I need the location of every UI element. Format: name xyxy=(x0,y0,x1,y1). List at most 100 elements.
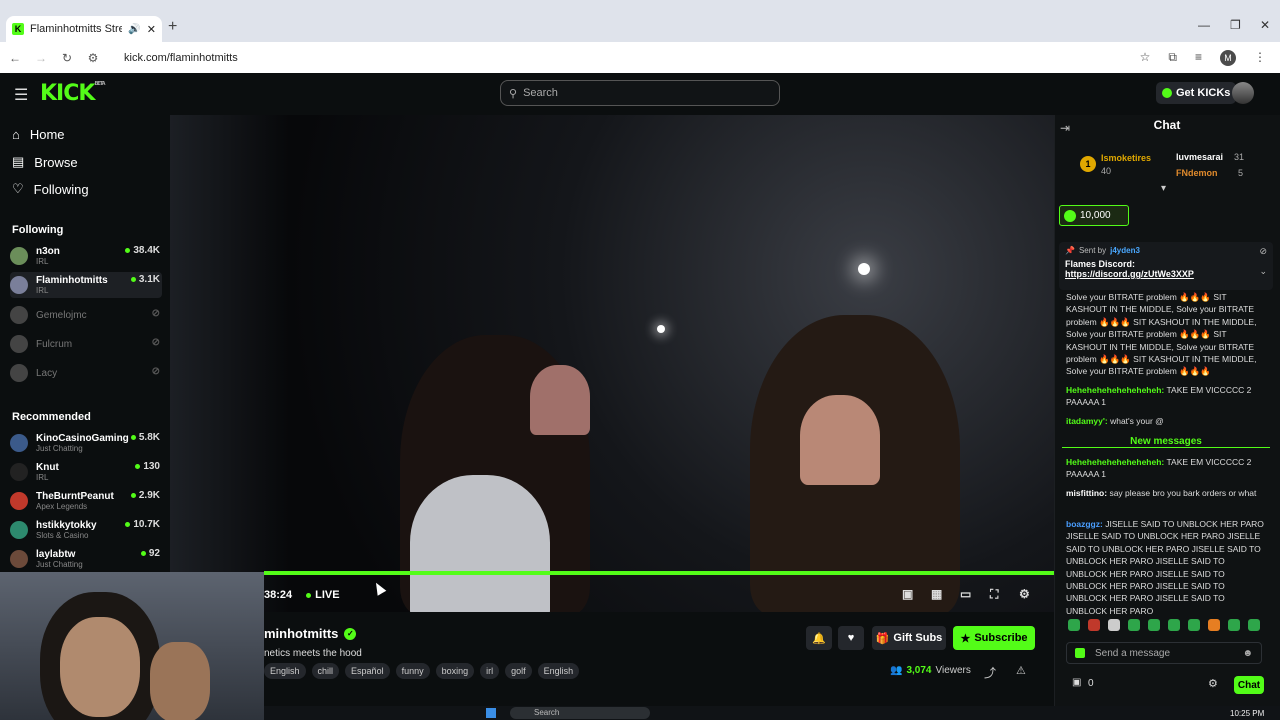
video-progress-bar[interactable] xyxy=(264,571,1054,575)
back-icon[interactable]: ← xyxy=(2,51,28,65)
chat-username[interactable]: misfittino: xyxy=(1066,488,1107,498)
os-taskbar: Search xyxy=(264,706,1280,720)
chat-username[interactable]: boazggz: xyxy=(1066,519,1103,529)
minimize-icon[interactable]: — xyxy=(1198,18,1210,32)
emote-icon[interactable] xyxy=(1228,619,1240,631)
emote-icon[interactable] xyxy=(1068,619,1080,631)
profile-avatar[interactable]: M xyxy=(1220,49,1236,66)
reload-icon[interactable]: ↻ xyxy=(54,51,80,65)
emote-icon[interactable] xyxy=(1208,619,1220,631)
nav-home[interactable]: ⌂ Home xyxy=(12,127,65,142)
sidebar-channel[interactable]: Gemelojmc ⊘ xyxy=(10,302,162,328)
new-tab-icon[interactable]: + xyxy=(168,18,177,36)
emote-icon[interactable] xyxy=(1128,619,1140,631)
bookmark-star-icon[interactable]: ☆ xyxy=(1140,50,1151,66)
forward-icon[interactable]: → xyxy=(28,51,54,65)
kicks-wallet-icon[interactable]: ▣ xyxy=(1072,677,1081,688)
sidebar-channel[interactable]: n3on IRL 38.4K xyxy=(10,243,162,269)
audio-icon[interactable]: 🔊 xyxy=(128,24,140,35)
close-window-icon[interactable]: ✕ xyxy=(1260,18,1270,32)
sidebar-channel[interactable]: KinoCasinoGaming Just Chatting 5.8K xyxy=(10,430,162,456)
emote-icon[interactable] xyxy=(1088,619,1100,631)
pinned-text: Flames Discord: xyxy=(1065,259,1136,269)
webcam-person-hand xyxy=(150,642,210,720)
chat-username[interactable]: itadamyy': xyxy=(1066,416,1108,426)
fullscreen-icon[interactable]: ⛶ xyxy=(990,587,998,602)
unpin-icon[interactable]: ⊘ xyxy=(1259,246,1267,257)
hamburger-menu-icon[interactable]: ☰ xyxy=(14,85,28,105)
leaderboard-user[interactable]: Ismoketires xyxy=(1101,153,1151,163)
clip-icon[interactable]: ▦ xyxy=(931,587,942,601)
chevron-down-icon[interactable]: ⌄ xyxy=(1259,266,1267,277)
rank-badge: 1 xyxy=(1080,156,1096,172)
emote-icon[interactable] xyxy=(1148,619,1160,631)
leaderboard-user[interactable]: FNdemon xyxy=(1176,168,1218,178)
emote-icon[interactable] xyxy=(1108,619,1120,631)
webcam-person-face xyxy=(60,617,140,717)
sidebar-channel[interactable]: hstikkytokky Slots & Casino 10.7K xyxy=(10,517,162,543)
tab-close-icon[interactable]: ✕ xyxy=(147,23,156,36)
video-player[interactable] xyxy=(170,115,1054,612)
webcam-overlay xyxy=(0,572,264,720)
stream-tags: English chill Español funny boxing irl g… xyxy=(264,663,580,679)
viewer-count: 👥 3,074 Viewers xyxy=(890,665,971,676)
subscribe-button[interactable]: ★ Subscribe xyxy=(953,626,1035,650)
emote-icon[interactable] xyxy=(1248,619,1260,631)
pinned-sender[interactable]: j4yden3 xyxy=(1110,246,1140,255)
notification-bell-button[interactable]: 🔔 xyxy=(806,626,832,650)
leaderboard-user[interactable]: luvmesarai xyxy=(1176,152,1223,162)
tag[interactable]: golf xyxy=(505,663,532,679)
channel-avatar xyxy=(10,364,28,382)
search-placeholder: Search xyxy=(523,87,558,99)
site-info-icon[interactable]: ⚙ xyxy=(80,51,106,65)
nav-following[interactable]: ♡ Following xyxy=(12,181,89,197)
browser-tab[interactable]: K Flaminhotmitts Stream - W 🔊 ✕ xyxy=(6,16,162,42)
sidebar-channel[interactable]: Lacy ⊘ xyxy=(10,360,162,386)
url-field[interactable]: kick.com/flaminhotmitts xyxy=(124,52,238,64)
follow-button[interactable]: ♥ xyxy=(838,626,864,650)
tag[interactable]: Español xyxy=(345,663,390,679)
user-avatar[interactable] xyxy=(1232,82,1254,104)
chat-username[interactable]: Heheheheheheheheheh: xyxy=(1066,457,1164,467)
media-icon[interactable]: ≡ xyxy=(1195,50,1202,66)
sidebar-channel[interactable]: Fulcrum ⊘ xyxy=(10,331,162,357)
sidebar-channel[interactable]: Knut IRL 130 xyxy=(10,459,162,485)
extensions-icon[interactable]: ⧉ xyxy=(1168,50,1177,66)
browser-menu-icon[interactable]: ⋮ xyxy=(1254,50,1266,66)
chat-username[interactable]: Heheheheheheheheheh: xyxy=(1066,385,1164,395)
sidebar-channel[interactable]: laylabtw Just Chatting 92 xyxy=(10,546,162,572)
tag[interactable]: English xyxy=(537,663,580,679)
sidebar-channel[interactable]: TheBurntPeanut Apex Legends 2.9K xyxy=(10,488,162,514)
pinned-link[interactable]: https://discord.gg/zUtWe3XXP xyxy=(1065,269,1267,279)
nav-browse[interactable]: ▤ Browse xyxy=(12,154,78,170)
restore-icon[interactable]: ❐ xyxy=(1230,18,1241,32)
emote-icon[interactable] xyxy=(1188,619,1200,631)
search-input[interactable]: ⚲ Search xyxy=(500,80,780,106)
expand-leaderboard-icon[interactable]: ▾ xyxy=(1161,183,1166,194)
settings-icon[interactable]: ⚙ xyxy=(1019,587,1030,601)
report-icon[interactable]: ⚠ xyxy=(1016,664,1026,677)
kicks-goal[interactable]: 10,000 xyxy=(1059,205,1129,226)
emote-icon[interactable] xyxy=(1168,619,1180,631)
tag[interactable]: irl xyxy=(480,663,500,679)
gift-subs-button[interactable]: 🎁 Gift Subs xyxy=(872,626,946,650)
channel-name: minhotmitts ✓ xyxy=(264,626,357,641)
windows-start-icon[interactable] xyxy=(486,708,496,718)
miniplayer-icon[interactable]: ▣ xyxy=(902,587,913,601)
sidebar-channel[interactable]: Flaminhotmitts IRL 3.1K xyxy=(10,272,162,298)
share-icon[interactable]: ⤴ xyxy=(984,664,996,681)
chat-message: misfittino: say please bro you bark orde… xyxy=(1066,488,1257,498)
emoji-icon[interactable]: ☻ xyxy=(1242,648,1253,659)
taskbar-search[interactable]: Search xyxy=(510,707,650,719)
get-kicks-button[interactable]: Get KICKs xyxy=(1156,82,1237,104)
tag[interactable]: English xyxy=(264,663,306,679)
tag[interactable]: chill xyxy=(311,663,340,679)
chat-settings-icon[interactable]: ⚙ xyxy=(1208,677,1218,690)
chat-input[interactable]: Send a message ☻ xyxy=(1066,642,1262,664)
send-chat-button[interactable]: Chat xyxy=(1234,676,1264,694)
tag[interactable]: boxing xyxy=(435,663,475,679)
kick-logo[interactable]: KICKBETA xyxy=(40,81,106,106)
viewer-count: 92 xyxy=(140,548,160,559)
theater-mode-icon[interactable]: ▭ xyxy=(960,587,971,601)
tag[interactable]: funny xyxy=(395,663,430,679)
